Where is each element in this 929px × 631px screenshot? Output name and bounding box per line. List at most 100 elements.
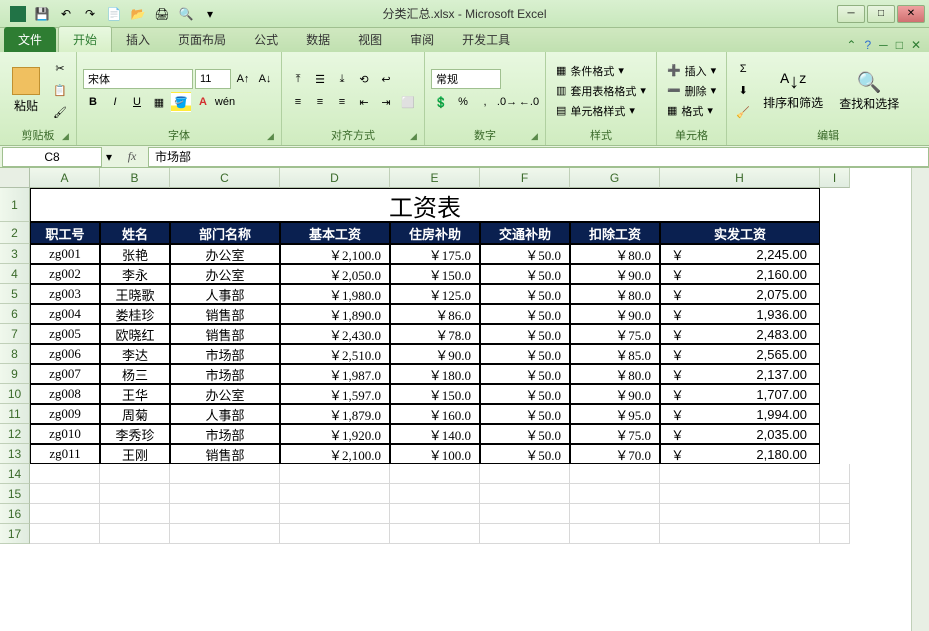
col-header-A[interactable]: A <box>30 168 100 188</box>
data-cell[interactable]: ￥50.0 <box>480 304 570 324</box>
header-cell[interactable]: 扣除工资 <box>570 222 660 244</box>
row-header-9[interactable]: 9 <box>0 364 30 384</box>
data-cell[interactable]: ￥125.0 <box>390 284 480 304</box>
empty-cell[interactable] <box>100 524 170 544</box>
data-cell[interactable]: 人事部 <box>170 284 280 304</box>
data-cell-net[interactable]: ￥2,035.00 <box>660 424 820 444</box>
data-cell[interactable]: zg010 <box>30 424 100 444</box>
row-header-11[interactable]: 11 <box>0 404 30 424</box>
row-header-4[interactable]: 4 <box>0 264 30 284</box>
name-box[interactable]: C8 <box>2 147 102 167</box>
inc-decimal-icon[interactable]: .0→ <box>497 92 517 112</box>
align-center-icon[interactable]: ≡ <box>310 92 330 112</box>
row-header-13[interactable]: 13 <box>0 444 30 464</box>
font-launcher-icon[interactable]: ◢ <box>267 131 279 143</box>
data-cell[interactable]: 市场部 <box>170 364 280 384</box>
data-cell[interactable]: 办公室 <box>170 244 280 264</box>
data-cell[interactable]: ￥140.0 <box>390 424 480 444</box>
data-cell[interactable]: ￥95.0 <box>570 404 660 424</box>
empty-cell[interactable] <box>660 484 820 504</box>
empty-cell[interactable] <box>570 464 660 484</box>
data-cell[interactable]: ￥90.0 <box>390 344 480 364</box>
data-cell[interactable]: 销售部 <box>170 444 280 464</box>
empty-cell[interactable] <box>280 464 390 484</box>
data-cell[interactable]: ￥80.0 <box>570 284 660 304</box>
data-cell[interactable]: ￥160.0 <box>390 404 480 424</box>
row-header-2[interactable]: 2 <box>0 222 30 244</box>
col-header-I[interactable]: I <box>820 168 850 188</box>
data-cell[interactable]: ￥1,987.0 <box>280 364 390 384</box>
doc-max-icon[interactable]: □ <box>896 38 903 52</box>
data-cell-net[interactable]: ￥2,180.00 <box>660 444 820 464</box>
data-cell[interactable]: ￥86.0 <box>390 304 480 324</box>
data-cell[interactable]: ￥100.0 <box>390 444 480 464</box>
save-icon[interactable]: 💾 <box>32 4 52 24</box>
indent-inc-icon[interactable]: ⇥ <box>376 92 396 112</box>
align-bottom-icon[interactable]: ⤓ <box>332 69 352 89</box>
print-icon[interactable]: 🖨 <box>152 4 172 24</box>
data-cell[interactable]: ￥50.0 <box>480 384 570 404</box>
empty-cell[interactable] <box>100 504 170 524</box>
empty-cell[interactable] <box>30 464 100 484</box>
tab-5[interactable]: 视图 <box>344 27 396 52</box>
indent-dec-icon[interactable]: ⇤ <box>354 92 374 112</box>
align-top-icon[interactable]: ⤒ <box>288 69 308 89</box>
empty-cell[interactable] <box>280 484 390 504</box>
col-header-D[interactable]: D <box>280 168 390 188</box>
data-cell[interactable]: 周菊 <box>100 404 170 424</box>
data-cell[interactable]: ￥1,879.0 <box>280 404 390 424</box>
bold-button[interactable]: B <box>83 92 103 112</box>
empty-cell[interactable] <box>570 484 660 504</box>
preview-icon[interactable]: 🔍 <box>176 4 196 24</box>
data-cell[interactable]: zg009 <box>30 404 100 424</box>
data-cell-net[interactable]: ￥2,565.00 <box>660 344 820 364</box>
data-cell[interactable]: ￥2,510.0 <box>280 344 390 364</box>
data-cell[interactable]: ￥50.0 <box>480 404 570 424</box>
conditional-format-button[interactable]: ▦条件格式▾ <box>552 62 650 80</box>
empty-cell[interactable] <box>390 464 480 484</box>
empty-cell[interactable] <box>820 524 850 544</box>
currency-icon[interactable]: 💲 <box>431 92 451 112</box>
close-button[interactable]: ✕ <box>897 5 925 23</box>
data-cell[interactable]: 欧晓红 <box>100 324 170 344</box>
data-cell-net[interactable]: ￥2,483.00 <box>660 324 820 344</box>
align-middle-icon[interactable]: ☰ <box>310 69 330 89</box>
empty-cell[interactable] <box>170 484 280 504</box>
empty-cell[interactable] <box>480 484 570 504</box>
cut-icon[interactable]: ✂ <box>50 59 70 79</box>
data-cell[interactable]: ￥80.0 <box>570 364 660 384</box>
empty-cell[interactable] <box>390 484 480 504</box>
data-cell[interactable]: ￥2,100.0 <box>280 444 390 464</box>
data-cell[interactable]: ￥1,890.0 <box>280 304 390 324</box>
empty-cell[interactable] <box>820 464 850 484</box>
underline-button[interactable]: U <box>127 92 147 112</box>
row-header-3[interactable]: 3 <box>0 244 30 264</box>
align-left-icon[interactable]: ≡ <box>288 92 308 112</box>
number-launcher-icon[interactable]: ◢ <box>531 131 543 143</box>
data-cell[interactable]: zg006 <box>30 344 100 364</box>
empty-cell[interactable] <box>480 524 570 544</box>
clipboard-launcher-icon[interactable]: ◢ <box>62 131 74 143</box>
empty-cell[interactable] <box>170 504 280 524</box>
data-cell[interactable]: ￥50.0 <box>480 264 570 284</box>
data-cell[interactable]: zg004 <box>30 304 100 324</box>
data-cell[interactable]: ￥175.0 <box>390 244 480 264</box>
data-cell[interactable]: 销售部 <box>170 324 280 344</box>
header-cell[interactable]: 住房补助 <box>390 222 480 244</box>
table-format-button[interactable]: ▥套用表格格式▾ <box>552 82 650 100</box>
data-cell[interactable]: ￥75.0 <box>570 424 660 444</box>
row-header-12[interactable]: 12 <box>0 424 30 444</box>
row-header-1[interactable]: 1 <box>0 188 30 222</box>
data-cell[interactable]: 销售部 <box>170 304 280 324</box>
empty-cell[interactable] <box>170 524 280 544</box>
data-cell[interactable]: 王晓歌 <box>100 284 170 304</box>
empty-cell[interactable] <box>480 464 570 484</box>
data-cell[interactable]: zg007 <box>30 364 100 384</box>
header-cell[interactable]: 实发工资 <box>660 222 820 244</box>
tab-2[interactable]: 页面布局 <box>164 27 240 52</box>
data-cell[interactable]: ￥70.0 <box>570 444 660 464</box>
number-format-select[interactable]: 常规 <box>431 69 501 89</box>
data-cell[interactable]: ￥2,050.0 <box>280 264 390 284</box>
copy-icon[interactable]: 📋 <box>50 81 70 101</box>
delete-cells-button[interactable]: ➖删除▾ <box>663 82 720 100</box>
